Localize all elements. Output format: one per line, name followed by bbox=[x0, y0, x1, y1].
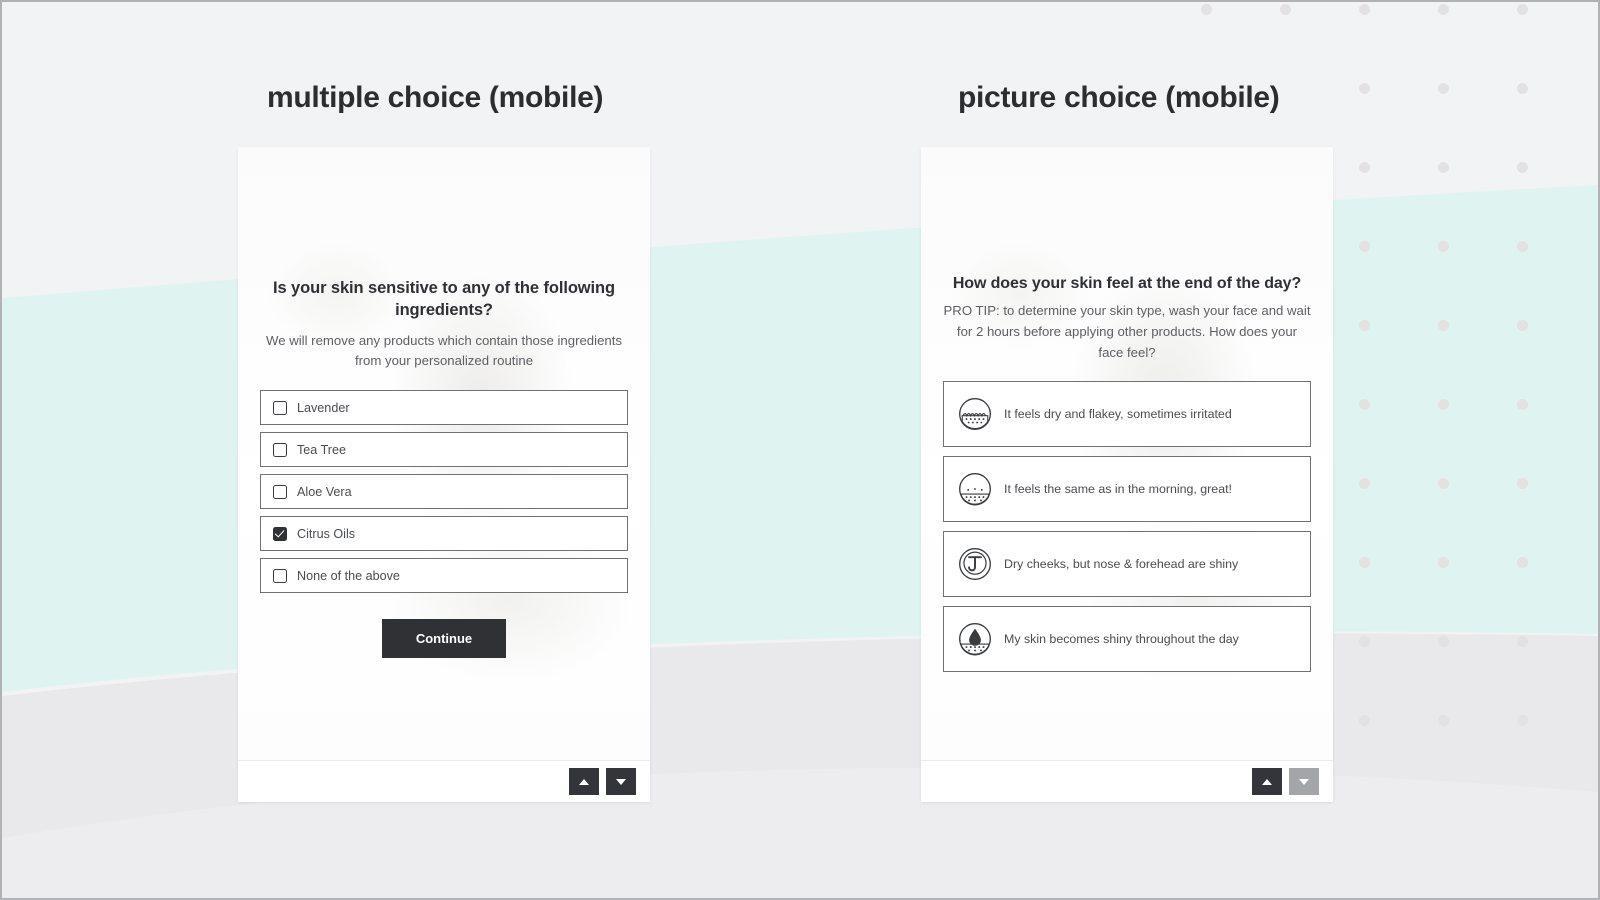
dry-skin-icon bbox=[959, 397, 991, 430]
checkbox-unchecked-icon[interactable] bbox=[273, 568, 287, 583]
option-label: Lavender bbox=[297, 400, 350, 415]
question-title: Is your skin sensitive to any of the fol… bbox=[273, 279, 615, 319]
continue-button[interactable]: Continue bbox=[381, 619, 507, 659]
phone-footer-nav bbox=[921, 760, 1333, 802]
triangle-up-icon bbox=[1262, 778, 1272, 785]
nav-up-button[interactable] bbox=[1252, 768, 1282, 795]
option-label: None of the above bbox=[297, 568, 400, 583]
triangle-down-icon bbox=[616, 778, 626, 785]
oily-skin-droplet-icon bbox=[959, 622, 991, 656]
question-subtitle: PRO TIP: to determine your skin type, wa… bbox=[943, 303, 1311, 360]
combination-skin-t-zone-icon bbox=[959, 547, 991, 580]
checkbox-unchecked-icon[interactable] bbox=[273, 484, 287, 499]
option-row-aloe-vera[interactable]: Aloe Vera bbox=[260, 474, 628, 510]
question-subtitle: We will remove any products which contai… bbox=[266, 332, 622, 369]
normal-skin-icon bbox=[959, 472, 991, 506]
checkbox-checked-icon[interactable] bbox=[273, 526, 287, 541]
picture-option-row-dry[interactable]: It feels dry and flakey, sometimes irrit… bbox=[943, 380, 1311, 447]
triangle-up-icon bbox=[579, 778, 589, 785]
panel-title-multiple-choice: multiple choice (mobile) bbox=[267, 81, 604, 114]
picture-choice-option-list: It feels dry and flakey, sometimes irrit… bbox=[943, 380, 1311, 672]
picture-option-row-normal[interactable]: It feels the same as in the morning, gre… bbox=[943, 455, 1311, 522]
question-title: How does your skin feel at the end of th… bbox=[952, 275, 1302, 292]
checkbox-unchecked-icon[interactable] bbox=[273, 442, 287, 457]
nav-down-button[interactable] bbox=[606, 768, 636, 795]
picture-choice-phone-card: How does your skin feel at the end of th… bbox=[921, 147, 1333, 802]
panel-title-picture-choice: picture choice (mobile) bbox=[958, 81, 1280, 114]
option-row-citrus-oils[interactable]: Citrus Oils bbox=[260, 516, 628, 552]
picture-option-row-combination[interactable]: Dry cheeks, but nose & forehead are shin… bbox=[943, 530, 1311, 597]
option-row-lavender[interactable]: Lavender bbox=[260, 390, 628, 426]
picture-option-label: It feels dry and flakey, sometimes irrit… bbox=[1004, 406, 1232, 421]
picture-option-label: It feels the same as in the morning, gre… bbox=[1004, 481, 1232, 496]
option-label: Citrus Oils bbox=[297, 526, 356, 541]
cta-area: Continue bbox=[260, 619, 628, 659]
checkbox-unchecked-icon[interactable] bbox=[273, 400, 287, 415]
option-label: Tea Tree bbox=[297, 442, 347, 457]
phone-footer-nav bbox=[238, 760, 650, 802]
picture-option-label: My skin becomes shiny throughout the day bbox=[1004, 631, 1239, 646]
triangle-down-icon bbox=[1299, 778, 1309, 785]
multiple-choice-phone-card: Is your skin sensitive to any of the fol… bbox=[238, 147, 650, 802]
checkbox-option-list: Lavender Tea Tree Aloe Vera Citrus Oils … bbox=[260, 390, 628, 594]
nav-up-button[interactable] bbox=[569, 768, 599, 795]
picture-option-label: Dry cheeks, but nose & forehead are shin… bbox=[1004, 556, 1239, 571]
question-area: How does your skin feel at the end of th… bbox=[921, 147, 1333, 760]
nav-down-button[interactable] bbox=[1289, 768, 1319, 795]
picture-option-row-oily[interactable]: My skin becomes shiny throughout the day bbox=[943, 605, 1311, 672]
option-label: Aloe Vera bbox=[297, 484, 352, 499]
option-row-tea-tree[interactable]: Tea Tree bbox=[260, 432, 628, 468]
option-row-none-of-the-above[interactable]: None of the above bbox=[260, 558, 628, 594]
question-area: Is your skin sensitive to any of the fol… bbox=[238, 147, 650, 760]
